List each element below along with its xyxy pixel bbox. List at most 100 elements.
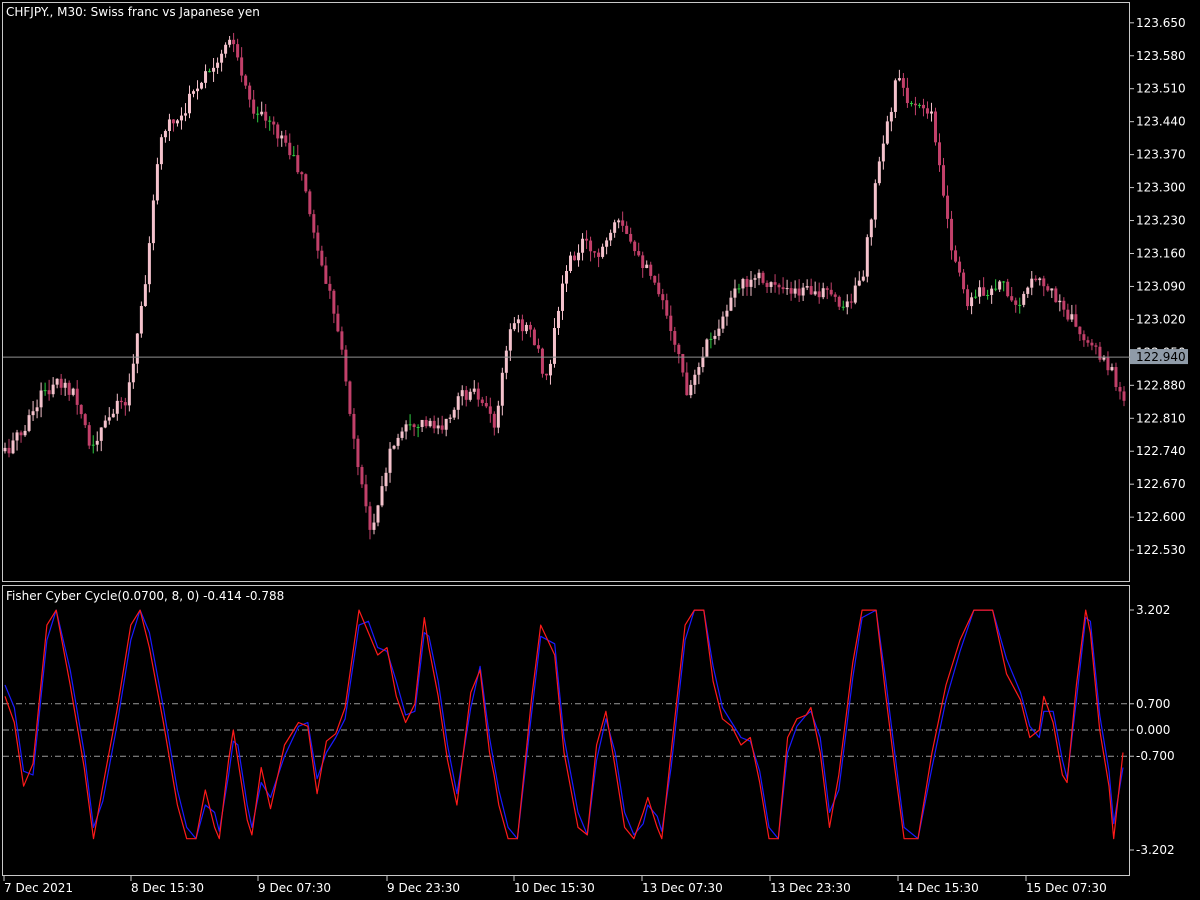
candle-body bbox=[424, 419, 428, 427]
candle-body bbox=[63, 382, 67, 388]
candle-body bbox=[589, 240, 593, 252]
candle-body bbox=[83, 414, 87, 426]
candle-body bbox=[1098, 346, 1102, 360]
candle-body bbox=[143, 284, 147, 306]
candle-body bbox=[1118, 387, 1122, 392]
candle-body bbox=[340, 331, 344, 350]
candle-body bbox=[1026, 287, 1030, 294]
candle-body bbox=[841, 306, 845, 308]
candle-body bbox=[388, 448, 392, 473]
candle-body bbox=[617, 220, 621, 223]
candle-body bbox=[344, 349, 348, 382]
candle-body bbox=[905, 87, 909, 104]
candle-body bbox=[252, 99, 256, 114]
time-axis: 7 Dec 2021 8 Dec 15:30 9 Dec 07:30 9 Dec 23… bbox=[3, 876, 1107, 895]
candle-body bbox=[637, 251, 641, 256]
candle-body bbox=[665, 300, 669, 316]
candle-body bbox=[524, 324, 528, 332]
candle-body bbox=[400, 431, 404, 438]
candle-body bbox=[1062, 300, 1066, 310]
candle-body bbox=[224, 44, 228, 54]
candle-body bbox=[19, 432, 23, 436]
candle-body bbox=[468, 391, 472, 400]
candle-body bbox=[1106, 357, 1110, 371]
price-tick-label: 122.810 bbox=[1136, 411, 1186, 425]
candle-body bbox=[520, 319, 524, 332]
candle-body bbox=[1002, 281, 1006, 283]
candle-body bbox=[861, 276, 865, 281]
indicator-tick-label: -3.202 bbox=[1136, 843, 1175, 857]
candle-body bbox=[7, 447, 11, 454]
time-tick-label: 14 Dec 15:30 bbox=[898, 881, 979, 895]
price-tick-label: 122.670 bbox=[1136, 477, 1186, 491]
candle-body bbox=[753, 278, 757, 280]
candle-body bbox=[79, 404, 83, 415]
candle-body bbox=[733, 288, 737, 298]
indicator-panel: 3.202 0.700 0.000 -0.700 -3.202 Fisher Cyber… bbox=[2, 585, 1175, 876]
candle-body bbox=[360, 467, 364, 485]
candle-body bbox=[625, 225, 629, 234]
candle-body bbox=[248, 85, 252, 100]
candle-body bbox=[456, 396, 460, 410]
candle-body bbox=[1014, 300, 1018, 305]
price-tick-label: 123.090 bbox=[1136, 279, 1186, 293]
candle-body bbox=[817, 291, 821, 298]
candle-body bbox=[556, 310, 560, 329]
candle-body bbox=[332, 290, 336, 314]
candle-body bbox=[35, 407, 39, 412]
candle-body bbox=[183, 113, 187, 116]
candle-body bbox=[877, 161, 881, 184]
candle-body bbox=[781, 287, 785, 290]
candle-body bbox=[585, 238, 589, 241]
candle-body bbox=[1038, 278, 1042, 281]
candle-body bbox=[292, 155, 296, 157]
candle-body bbox=[204, 71, 208, 83]
symbol-header: CHFJPY., M30: Swiss franc vs Japanese ye… bbox=[6, 5, 260, 19]
candle-body bbox=[119, 400, 123, 403]
candle-body bbox=[613, 222, 617, 233]
candle-body bbox=[633, 241, 637, 252]
candle-body bbox=[87, 425, 91, 446]
price-axis: 123.650 123.580 123.510 123.440 123.370 123.3… bbox=[1129, 16, 1186, 557]
candle-body bbox=[950, 218, 954, 251]
candle-body bbox=[348, 381, 352, 414]
time-tick-label: 9 Dec 07:30 bbox=[258, 881, 331, 895]
candle-body bbox=[552, 328, 556, 364]
candle-body bbox=[569, 255, 573, 271]
candle-body bbox=[1018, 304, 1022, 306]
candle-body bbox=[416, 426, 420, 428]
candle-body bbox=[597, 252, 601, 257]
candle-body bbox=[737, 288, 741, 290]
candle-body bbox=[853, 285, 857, 303]
candle-body bbox=[131, 363, 135, 383]
bid-price-value: 122.940 bbox=[1136, 350, 1186, 364]
candle-body bbox=[801, 287, 805, 296]
candle-body bbox=[897, 78, 901, 81]
candle-body bbox=[216, 62, 220, 68]
candle-body bbox=[994, 288, 998, 290]
candle-body bbox=[3, 447, 7, 452]
candle-body bbox=[244, 75, 248, 86]
candle-body bbox=[825, 288, 829, 290]
candle-body bbox=[324, 265, 328, 284]
candle-body bbox=[412, 424, 416, 428]
candle-body bbox=[484, 403, 488, 407]
candle-body bbox=[55, 378, 59, 385]
candle-body bbox=[95, 440, 99, 445]
candle-body bbox=[508, 329, 512, 351]
candle-body bbox=[689, 384, 693, 396]
time-tick-label: 13 Dec 23:30 bbox=[770, 881, 851, 895]
candle-body bbox=[793, 288, 797, 294]
price-tick-label: 123.650 bbox=[1136, 16, 1186, 30]
candle-body bbox=[921, 104, 925, 109]
candle-body bbox=[200, 82, 204, 89]
candle-body bbox=[540, 348, 544, 374]
candle-body bbox=[99, 427, 103, 441]
candle-body bbox=[661, 294, 665, 301]
candle-body bbox=[256, 113, 260, 115]
candle-body bbox=[452, 409, 456, 418]
candle-body bbox=[785, 288, 789, 290]
candle-body bbox=[765, 282, 769, 287]
candle-body bbox=[889, 111, 893, 122]
candle-body bbox=[609, 232, 613, 241]
